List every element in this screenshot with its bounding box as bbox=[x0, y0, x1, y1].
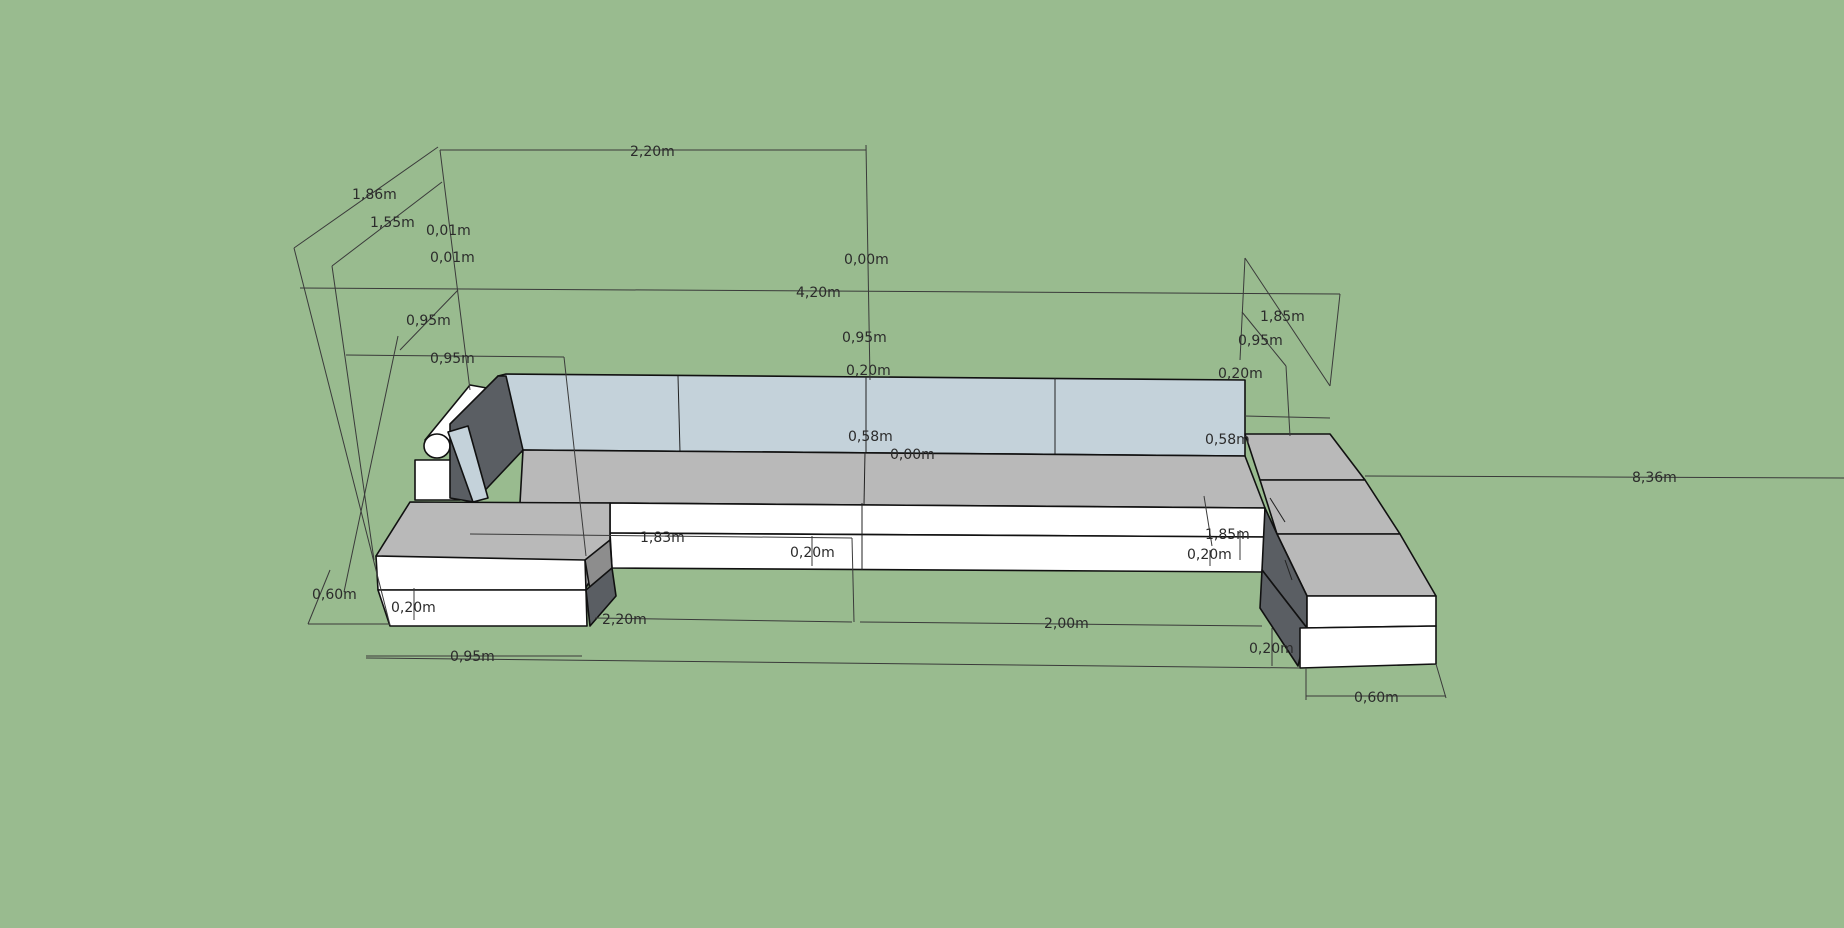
dimension-label: 0,60m bbox=[1354, 690, 1399, 706]
dimension-label: 0,95m bbox=[1238, 333, 1283, 349]
dimension-label: 0,20m bbox=[391, 600, 436, 616]
dimension-label: 0,58m bbox=[848, 429, 893, 445]
dimension-label: 0,95m bbox=[842, 330, 887, 346]
main-seat bbox=[519, 449, 1266, 573]
dimension-label: 1,86m bbox=[352, 187, 397, 203]
dimension-label: 1,85m bbox=[1260, 309, 1305, 325]
dimension-label: 0,20m bbox=[1218, 366, 1263, 382]
dimension-label: 0,01m bbox=[430, 250, 475, 266]
dimension-label: 1,85m bbox=[1205, 527, 1250, 543]
dimension-label: 0,95m bbox=[430, 351, 475, 367]
dimension-label: 0,01m bbox=[426, 223, 471, 239]
dimension-label: 2,00m bbox=[1044, 616, 1089, 632]
dimension-label: 0,20m bbox=[1249, 641, 1294, 657]
dimension-label: 0,60m bbox=[312, 587, 357, 603]
dimension-label: 0,95m bbox=[450, 649, 495, 665]
dimension-label: 0,20m bbox=[790, 545, 835, 561]
dimension-label: 0,20m bbox=[846, 363, 891, 379]
dimension-label: 0,20m bbox=[1187, 547, 1232, 563]
dimension-label: 1,55m bbox=[370, 215, 415, 231]
dimension-label: 0,00m bbox=[890, 447, 935, 463]
dimension-label: 8,36m bbox=[1632, 470, 1677, 486]
dimension-label: 2,20m bbox=[602, 612, 647, 628]
dimension-label: 2,20m bbox=[630, 144, 675, 160]
sofa-model-view: 2,20m 1,86m 1,55m 0,01m 0,01m 0,00m 4,20… bbox=[0, 0, 1844, 928]
dimension-label: 4,20m bbox=[796, 285, 841, 301]
dimension-label: 0,58m bbox=[1205, 432, 1250, 448]
dimension-label: 0,95m bbox=[406, 313, 451, 329]
dimension-label: 0,00m bbox=[844, 252, 889, 268]
dimension-label: 1,83m bbox=[640, 530, 685, 546]
drawing-canvas: 2,20m 1,86m 1,55m 0,01m 0,01m 0,00m 4,20… bbox=[0, 0, 1844, 928]
